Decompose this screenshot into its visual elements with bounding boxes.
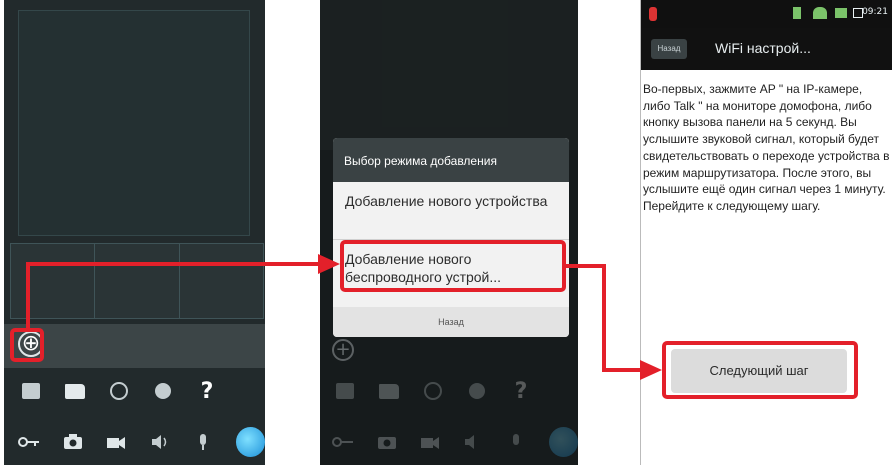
status-time: 09:21 (862, 7, 888, 17)
phone-screen-add-mode: + ? Выбор режима добавления Добавление н… (320, 0, 578, 465)
toolbar-row-2 (4, 427, 265, 457)
video-cell[interactable] (10, 243, 95, 319)
back-button[interactable]: Назад (651, 39, 687, 59)
camera-icon[interactable] (62, 431, 83, 453)
dialog-title: Выбор режима добавления (333, 138, 569, 182)
highlight-add-button (10, 328, 44, 362)
app-notification-icon (649, 7, 657, 21)
page-title: WiFi настрой... (715, 40, 811, 56)
add-mode-dialog: Выбор режима добавления Добавление новог… (333, 138, 569, 337)
video-cell[interactable] (178, 243, 264, 319)
list-icon[interactable] (20, 380, 42, 402)
gear-icon[interactable] (152, 380, 174, 402)
video-icon[interactable] (105, 431, 126, 453)
call-orb-icon[interactable] (235, 427, 265, 457)
dialog-back-button[interactable]: Назад (333, 307, 569, 337)
status-bar: 09:21 (641, 0, 892, 28)
phone-screen-device-view: ⊕ ? (4, 0, 265, 465)
video-grid (10, 243, 264, 319)
toolbar-row-1: ? (4, 379, 265, 404)
folder-icon[interactable] (64, 380, 86, 402)
highlight-next-button (662, 341, 858, 399)
key-icon[interactable] (18, 431, 40, 453)
playback-icon[interactable] (108, 380, 130, 402)
option-add-device[interactable]: Добавление нового устройства (333, 182, 569, 240)
help-icon[interactable]: ? (196, 379, 218, 404)
title-bar: Назад WiFi настрой... (641, 28, 892, 70)
speaker-icon[interactable] (149, 431, 170, 453)
setup-instructions: Во-первых, зажмите AP " на IP-камере, ли… (643, 82, 890, 213)
microphone-icon[interactable] (192, 431, 213, 453)
highlight-wireless-option (340, 240, 566, 292)
signal-icon (793, 7, 801, 19)
battery-icon (835, 8, 847, 18)
video-cell[interactable] (94, 243, 179, 319)
wifi-icon (813, 7, 827, 19)
main-video-viewport[interactable] (18, 10, 250, 236)
